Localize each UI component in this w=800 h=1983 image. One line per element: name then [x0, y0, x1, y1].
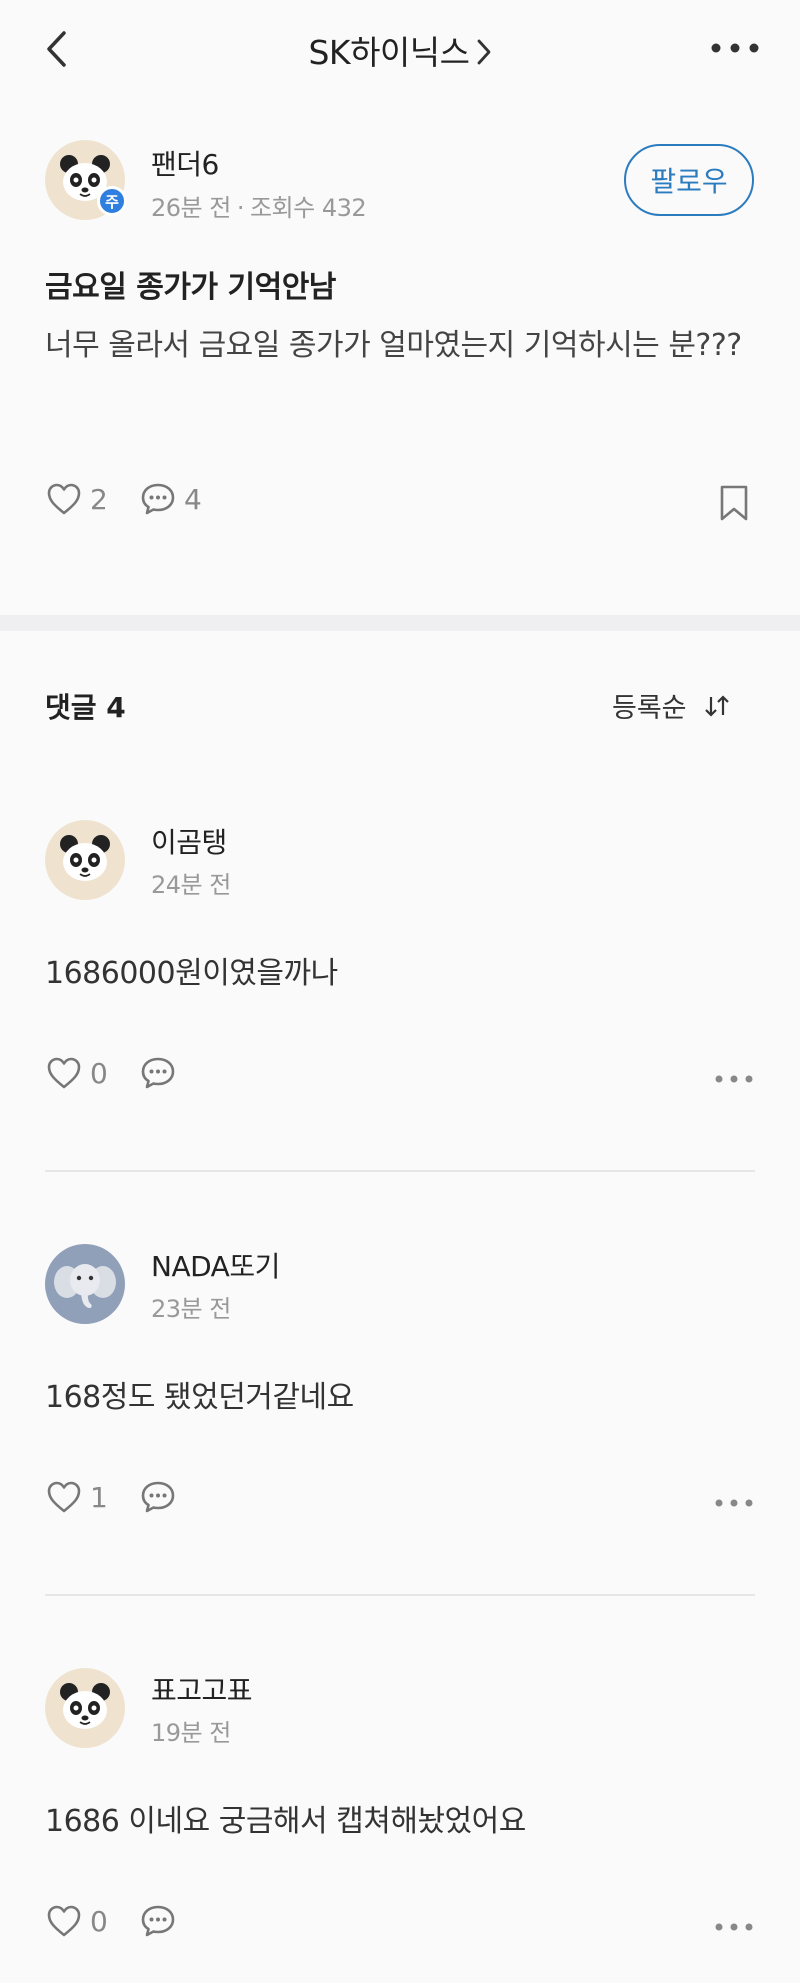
more-horizontal-icon	[711, 43, 759, 53]
comment-author[interactable]: 표고고표	[151, 1669, 253, 1709]
more-horizontal-icon	[715, 1075, 753, 1083]
comment-time: 19분 전	[151, 1719, 231, 1747]
post-title: 금요일 종가가 기억안남	[45, 270, 336, 305]
bookmark-button[interactable]	[718, 484, 750, 526]
comment-bubble-icon	[141, 483, 175, 515]
comment-bubble-icon	[141, 1481, 175, 1513]
comment-like-button[interactable]: 0	[46, 1904, 108, 1938]
post-meta: 26분 전 · 조회수 432	[151, 188, 367, 223]
comments-header: 댓글 4	[45, 691, 126, 724]
meta-separator: ·	[236, 194, 245, 222]
author-name[interactable]: 팬더6	[151, 143, 219, 183]
post-time: 26분 전	[151, 194, 231, 222]
elephant-icon	[54, 1264, 116, 1308]
post-comment-button[interactable]: 4	[140, 482, 202, 516]
panda-icon	[60, 1683, 110, 1729]
comment-text: 168정도 됐었던거같네요	[45, 1380, 354, 1415]
heart-icon	[47, 1481, 81, 1513]
bookmark-icon	[720, 485, 748, 521]
comment-more-button[interactable]	[714, 1493, 754, 1507]
post-body: 너무 올라서 금요일 종가가 얼마였는지 기억하시는 분???	[45, 328, 742, 363]
section-divider	[0, 615, 800, 631]
comment-like-count: 0	[90, 1904, 108, 1938]
chevron-right-icon	[476, 35, 492, 74]
panda-icon	[60, 835, 110, 881]
follow-button[interactable]: 팔로우	[624, 144, 754, 216]
shareholder-badge: 주	[97, 186, 127, 216]
reply-button[interactable]	[140, 1904, 184, 1938]
more-horizontal-icon	[715, 1499, 753, 1507]
view-count: 조회수 432	[249, 194, 367, 222]
comment-avatar[interactable]	[45, 820, 125, 900]
comment-text: 1686 이네요 궁금해서 캡쳐해놨었어요	[45, 1804, 526, 1839]
comment-like-button[interactable]: 0	[46, 1056, 108, 1090]
more-options-button[interactable]	[710, 36, 760, 60]
comment-bubble-icon	[141, 1905, 175, 1937]
reply-button[interactable]	[140, 1480, 184, 1514]
comment-count: 4	[184, 482, 202, 516]
comment-more-button[interactable]	[714, 1069, 754, 1083]
comment-time: 24분 전	[151, 871, 231, 899]
top-bar: SK하이닉스	[0, 0, 800, 100]
comment-bubble-icon	[141, 1057, 175, 1089]
comment-author[interactable]: 이곰탱	[151, 821, 227, 861]
heart-icon	[47, 483, 81, 515]
comment-time: 23분 전	[151, 1295, 231, 1323]
page-title-text: SK하이닉스	[308, 33, 470, 72]
comment-like-count: 0	[90, 1056, 108, 1090]
sort-label: 등록순	[612, 693, 687, 724]
comment-divider	[45, 1594, 755, 1596]
heart-icon	[47, 1057, 81, 1089]
more-horizontal-icon	[715, 1923, 753, 1931]
comment-avatar[interactable]	[45, 1244, 125, 1324]
sort-arrows-icon	[704, 694, 729, 717]
comment-like-count: 1	[90, 1480, 108, 1514]
sort-button[interactable]: 등록순	[612, 686, 731, 725]
post-like-button[interactable]: 2	[46, 482, 108, 516]
comment-avatar[interactable]	[45, 1668, 125, 1748]
comment-divider	[45, 1170, 755, 1172]
reply-button[interactable]	[140, 1056, 184, 1090]
page-title[interactable]: SK하이닉스	[0, 26, 800, 74]
like-count: 2	[90, 482, 108, 516]
avatar[interactable]: 주	[45, 140, 127, 220]
comment-author[interactable]: NADA또기	[151, 1245, 280, 1285]
heart-icon	[47, 1905, 81, 1937]
comment-more-button[interactable]	[714, 1917, 754, 1931]
comment-like-button[interactable]: 1	[46, 1480, 108, 1514]
comment-text: 1686000원이였을까나	[45, 956, 338, 991]
